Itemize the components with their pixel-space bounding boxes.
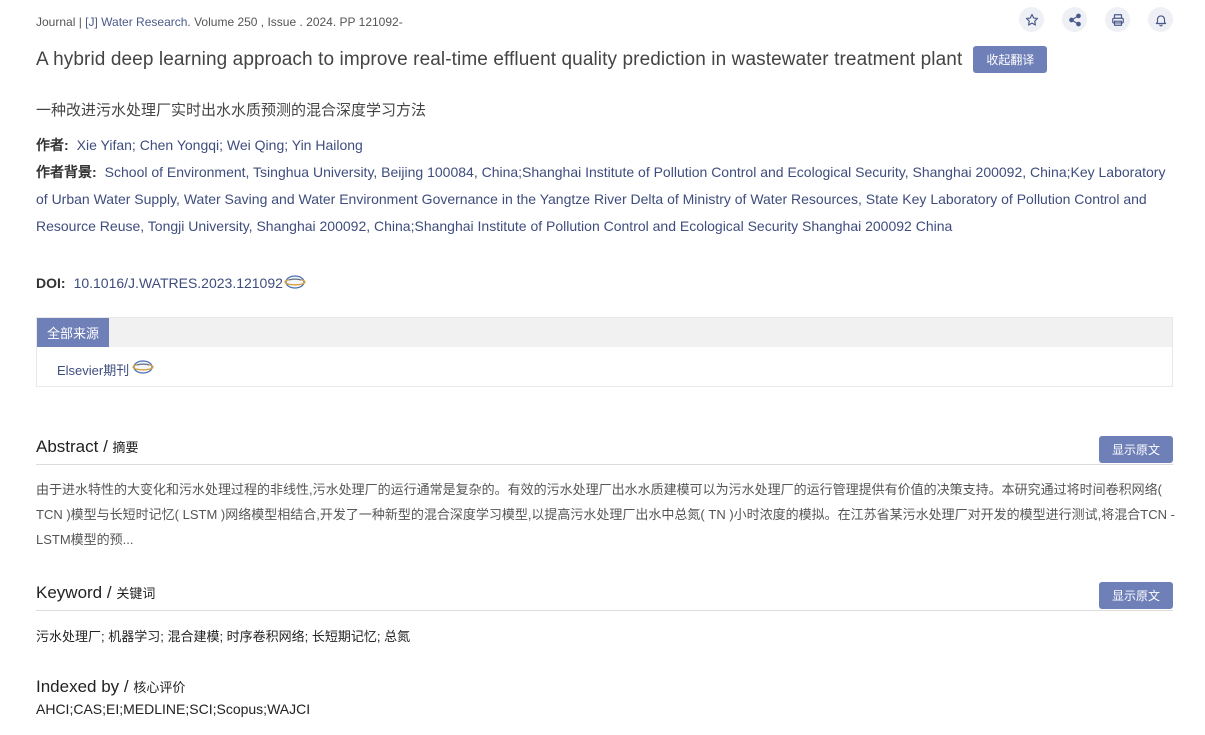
journal-prefix: Journal | <box>36 15 86 29</box>
authors-value[interactable]: Xie Yifan; Chen Yongqi; Wei Qing; Yin Ha… <box>77 137 363 153</box>
indexed-title-cn: 核心评价 <box>133 680 186 695</box>
indexed-values: AHCI;CAS;EI;MEDLINE;SCI;Scopus;WAJCI <box>36 701 311 717</box>
translated-title: 一种改进污水处理厂实时出水水质预测的混合深度学习方法 <box>36 102 427 119</box>
print-button[interactable] <box>1105 7 1130 32</box>
abstract-title: Abstract / 摘要 <box>36 437 139 457</box>
journal-info: Journal | [J] Water Research. Volume 250… <box>36 15 403 29</box>
affiliation-value: School of Environment, Tsinghua Universi… <box>36 164 1166 234</box>
abstract-title-en: Abstract / <box>36 437 113 456</box>
source-label: Elsevier期刊 <box>57 363 130 378</box>
abstract-header: Abstract / 摘要 显示原文 <box>36 435 1173 465</box>
tab-all-sources[interactable]: 全部来源 <box>37 318 110 347</box>
doi-label: DOI: <box>36 275 66 291</box>
doi-row: DOI: 10.1016/J.WATRES.2023.121092 <box>36 270 1176 297</box>
share-icon <box>1068 13 1081 26</box>
sources-tab-bar: 全部来源 <box>37 318 1172 347</box>
journal-name-link[interactable]: [J] Water Research <box>85 15 187 29</box>
article-toolbar <box>1019 7 1173 32</box>
keyword-title-en: Keyword / <box>36 583 117 602</box>
keyword-title-cn: 关键词 <box>116 586 156 601</box>
affiliation-label: 作者背景: <box>36 164 97 180</box>
abstract-text: 由于进水特性的大变化和污水处理过程的非线性,污水处理厂的运行通常是复杂的。有效的… <box>36 482 1175 547</box>
globe-link-icon <box>132 359 154 374</box>
keyword-list: 污水处理厂; 机器学习; 混合建模; 时序卷积网络; 长短期记忆; 总氮 <box>36 629 411 644</box>
star-icon <box>1025 13 1038 26</box>
print-icon <box>1111 13 1124 26</box>
indexed-title: Indexed by / 核心评价 <box>36 677 185 697</box>
keyword-header: Keyword / 关键词 显示原文 <box>36 581 1173 611</box>
article-title: A hybrid deep learning approach to impro… <box>36 48 963 70</box>
favorite-button[interactable] <box>1019 7 1044 32</box>
notify-button[interactable] <box>1148 7 1173 32</box>
indexed-title-en: Indexed by / <box>36 677 134 696</box>
journal-details: . Volume 250 , Issue . 2024. PP 121092- <box>187 15 403 29</box>
bell-icon <box>1155 14 1166 26</box>
authors-row: 作者: Xie Yifan; Chen Yongqi; Wei Qing; Yin… <box>36 132 1176 159</box>
keyword-title: Keyword / 关键词 <box>36 583 155 603</box>
authors-label: 作者: <box>36 137 69 153</box>
sources-panel: 全部来源 Elsevier期刊 <box>36 317 1173 387</box>
source-link-elsevier[interactable]: Elsevier期刊 <box>57 359 154 379</box>
doi-link[interactable]: 10.1016/J.WATRES.2023.121092 <box>74 275 283 291</box>
share-button[interactable] <box>1062 7 1087 32</box>
title-row: A hybrid deep learning approach to impro… <box>36 46 1048 73</box>
show-original-keyword-button[interactable]: 显示原文 <box>1098 582 1173 609</box>
globe-link-icon[interactable] <box>284 274 306 290</box>
affiliation-row: 作者背景: School of Environment, Tsinghua Uni… <box>36 159 1176 240</box>
abstract-title-cn: 摘要 <box>112 440 139 455</box>
show-original-abstract-button[interactable]: 显示原文 <box>1098 436 1173 463</box>
collapse-translation-button[interactable]: 收起翻译 <box>973 46 1048 73</box>
